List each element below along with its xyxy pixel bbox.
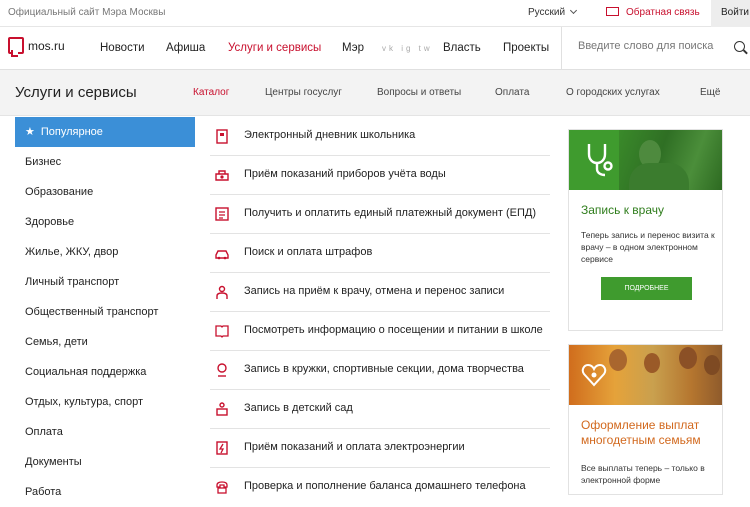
nav-item-government[interactable]: Власть bbox=[443, 42, 481, 54]
list-item-label: Поиск и оплата штрафов bbox=[244, 246, 373, 258]
list-item-label: Электронный дневник школьника bbox=[244, 129, 416, 141]
sidebar-item-public-transport[interactable]: Общественный транспорт bbox=[15, 297, 195, 327]
login-button[interactable]: Войти bbox=[711, 0, 750, 27]
nav-item-afisha[interactable]: Афиша bbox=[166, 42, 205, 54]
doctor-body bbox=[629, 163, 689, 190]
sidebar-item-education[interactable]: Образование bbox=[15, 177, 195, 207]
list-item[interactable]: Электронный дневник школьника bbox=[210, 117, 550, 156]
feedback-link[interactable]: Обратная связь bbox=[606, 6, 700, 18]
list-item[interactable]: Поиск и оплата штрафов bbox=[210, 234, 550, 273]
chevron-down-icon bbox=[570, 6, 578, 15]
water-meter-icon bbox=[215, 170, 229, 181]
more-button[interactable]: ПОДРОБНЕЕ bbox=[601, 277, 692, 300]
service-list: Электронный дневник школьника Приём пока… bbox=[210, 117, 550, 507]
promo-image bbox=[569, 345, 722, 405]
main-nav: mos.ru Новости Афиша Услуги и сервисы Мэ… bbox=[0, 27, 750, 70]
language-label: Русский bbox=[528, 7, 566, 18]
list-item-label: Приём показаний приборов учёта воды bbox=[244, 168, 446, 180]
promo-title: Оформление выплат многодетным семьям bbox=[581, 418, 701, 447]
list-item-label: Запись в кружки, спортивные секции, дома… bbox=[244, 363, 524, 375]
sidebar-item-health[interactable]: Здоровье bbox=[15, 207, 195, 237]
sidebar-item-business[interactable]: Бизнес bbox=[15, 147, 195, 177]
promo-card-families[interactable]: Оформление выплат многодетным семьям Все… bbox=[568, 344, 723, 495]
list-item[interactable]: Запись в детский сад bbox=[210, 390, 550, 429]
electricity-icon bbox=[216, 441, 228, 455]
family-heart-icon bbox=[581, 363, 607, 387]
social-icons[interactable]: vk ig tw bbox=[382, 44, 433, 53]
list-item-label: Проверка и пополнение баланса домашнего … bbox=[244, 480, 526, 492]
site-label[interactable]: Официальный сайт Мэра Москвы bbox=[8, 7, 165, 18]
list-item-label: Запись в детский сад bbox=[244, 402, 353, 414]
list-item[interactable]: Запись в кружки, спортивные секции, дома… bbox=[210, 351, 550, 390]
sidebar-item-personal-transport[interactable]: Личный транспорт bbox=[15, 267, 195, 297]
promo-description: Все выплаты теперь – только в электронно… bbox=[581, 463, 705, 485]
section-header: Услуги и сервисы Каталог Центры госуслуг… bbox=[0, 70, 750, 116]
tab-faq[interactable]: Вопросы и ответы bbox=[377, 87, 461, 98]
sidebar-item-popular[interactable]: ★ Популярное bbox=[15, 117, 195, 147]
sidebar-item-label: Популярное bbox=[40, 126, 103, 138]
stethoscope-icon bbox=[587, 144, 613, 177]
search-icon[interactable] bbox=[734, 41, 745, 52]
promo-title: Запись к врачу bbox=[581, 203, 665, 217]
phone-icon bbox=[216, 481, 228, 494]
category-sidebar: ★ Популярное Бизнес Образование Здоровье … bbox=[15, 117, 195, 507]
person-shape bbox=[644, 353, 660, 373]
clubs-icon bbox=[217, 363, 227, 377]
logo-text: mos.ru bbox=[28, 39, 65, 53]
mail-icon bbox=[606, 7, 619, 16]
tab-service-centers[interactable]: Центры госуслуг bbox=[265, 87, 342, 98]
sidebar-item-work[interactable]: Работа bbox=[15, 477, 195, 507]
list-item[interactable]: Приём показаний приборов учёта воды bbox=[210, 156, 550, 195]
tab-about-services[interactable]: О городских услугах bbox=[566, 87, 660, 98]
star-icon: ★ bbox=[25, 126, 35, 138]
list-item-label: Посмотреть информацию о посещении и пита… bbox=[244, 324, 543, 336]
tab-payment[interactable]: Оплата bbox=[495, 87, 529, 98]
person-shape bbox=[609, 349, 627, 371]
sidebar-item-social-support[interactable]: Социальная поддержка bbox=[15, 357, 195, 387]
nav-item-news[interactable]: Новости bbox=[100, 42, 145, 54]
page-title: Услуги и сервисы bbox=[15, 84, 137, 101]
list-item[interactable]: Запись на приём к врачу, отмена и перено… bbox=[210, 273, 550, 312]
list-item-label: Приём показаний и оплата электроэнергии bbox=[244, 441, 465, 453]
sidebar-item-documents[interactable]: Документы bbox=[15, 447, 195, 477]
feedback-label: Обратная связь bbox=[626, 7, 700, 18]
sidebar-item-payment[interactable]: Оплата bbox=[15, 417, 195, 447]
tab-catalog[interactable]: Каталог bbox=[193, 87, 229, 98]
sidebar-item-leisure[interactable]: Отдых, культура, спорт bbox=[15, 387, 195, 417]
list-item[interactable]: Приём показаний и оплата электроэнергии bbox=[210, 429, 550, 468]
promo-card-doctor[interactable]: Запись к врачу Теперь запись и перенос в… bbox=[568, 129, 723, 331]
top-bar: Официальный сайт Мэра Москвы Русский Обр… bbox=[0, 0, 750, 27]
promo-description: Теперь запись и перенос визита к врачу –… bbox=[581, 230, 715, 264]
kindergarten-icon bbox=[216, 402, 228, 416]
doctor-icon bbox=[216, 285, 228, 299]
list-item[interactable]: Проверка и пополнение баланса домашнего … bbox=[210, 468, 550, 507]
search-input[interactable] bbox=[578, 40, 723, 52]
nav-item-mayor[interactable]: Мэр bbox=[342, 42, 364, 54]
search-box bbox=[561, 27, 750, 70]
promo-image bbox=[569, 130, 722, 190]
sidebar-item-housing[interactable]: Жилье, ЖКУ, двор bbox=[15, 237, 195, 267]
list-item-label: Запись на приём к врачу, отмена и перено… bbox=[244, 285, 505, 297]
language-select[interactable]: Русский bbox=[528, 6, 578, 18]
person-shape bbox=[679, 347, 697, 369]
nav-item-projects[interactable]: Проекты bbox=[503, 42, 549, 54]
list-item[interactable]: Получить и оплатить единый платежный док… bbox=[210, 195, 550, 234]
document-icon bbox=[215, 207, 229, 221]
nav-item-services[interactable]: Услуги и сервисы bbox=[228, 42, 321, 54]
tab-more[interactable]: Ещё bbox=[700, 87, 720, 98]
person-shape bbox=[704, 355, 720, 375]
logo-icon bbox=[8, 37, 24, 57]
school-diary-icon bbox=[216, 129, 228, 144]
car-fine-icon bbox=[215, 250, 229, 260]
sidebar-item-family[interactable]: Семья, дети bbox=[15, 327, 195, 357]
list-item[interactable]: Посмотреть информацию о посещении и пита… bbox=[210, 312, 550, 351]
list-item-label: Получить и оплатить единый платежный док… bbox=[244, 207, 537, 219]
book-icon bbox=[215, 325, 229, 338]
